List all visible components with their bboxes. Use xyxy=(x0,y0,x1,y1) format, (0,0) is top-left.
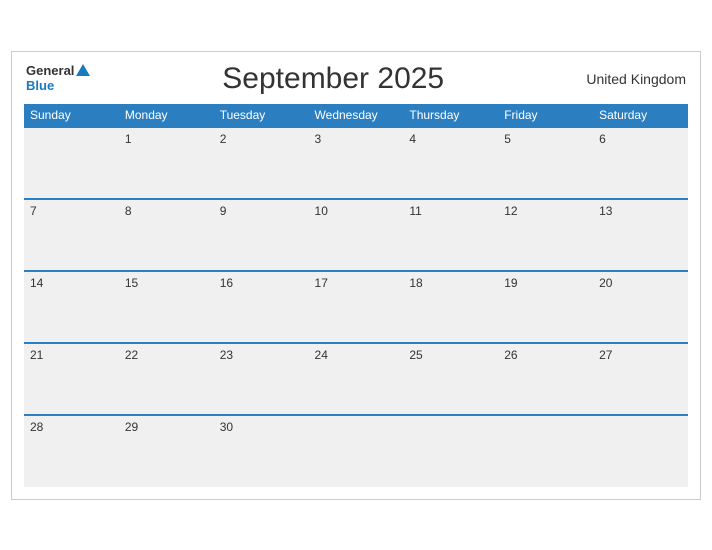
empty-cell xyxy=(24,127,119,199)
day-cell-5: 5 xyxy=(498,127,593,199)
day-number: 9 xyxy=(220,204,303,218)
day-cell-8: 8 xyxy=(119,199,214,271)
day-cell-12: 12 xyxy=(498,199,593,271)
day-cell-20: 20 xyxy=(593,271,688,343)
day-number: 20 xyxy=(599,276,682,290)
day-number: 8 xyxy=(125,204,208,218)
day-header-sunday: Sunday xyxy=(24,104,119,127)
week-row-3: 21 22 23 24 25 26 27 xyxy=(24,343,688,415)
day-number: 19 xyxy=(504,276,587,290)
calendar-table: SundayMondayTuesdayWednesdayThursdayFrid… xyxy=(24,104,688,487)
day-number: 12 xyxy=(504,204,587,218)
day-cell-3: 3 xyxy=(309,127,404,199)
calendar: General Blue September 2025 United Kingd… xyxy=(11,51,701,500)
day-cell-14: 14 xyxy=(24,271,119,343)
day-header-monday: Monday xyxy=(119,104,214,127)
day-cell-6: 6 xyxy=(593,127,688,199)
day-number: 29 xyxy=(125,420,208,434)
day-number: 16 xyxy=(220,276,303,290)
day-cell-23: 23 xyxy=(214,343,309,415)
day-cell-29: 29 xyxy=(119,415,214,487)
day-cell-26: 26 xyxy=(498,343,593,415)
empty-cell xyxy=(309,415,404,487)
day-number: 24 xyxy=(315,348,398,362)
day-number: 21 xyxy=(30,348,113,362)
day-number: 11 xyxy=(409,204,492,218)
day-cell-4: 4 xyxy=(403,127,498,199)
day-number: 18 xyxy=(409,276,492,290)
day-cell-24: 24 xyxy=(309,343,404,415)
logo-blue-text: Blue xyxy=(26,79,90,93)
day-header-thursday: Thursday xyxy=(403,104,498,127)
logo-general-text: General xyxy=(26,64,74,78)
day-header-row: SundayMondayTuesdayWednesdayThursdayFrid… xyxy=(24,104,688,127)
day-cell-2: 2 xyxy=(214,127,309,199)
day-cell-7: 7 xyxy=(24,199,119,271)
calendar-title: September 2025 xyxy=(90,62,576,96)
day-cell-25: 25 xyxy=(403,343,498,415)
day-cell-16: 16 xyxy=(214,271,309,343)
day-number: 30 xyxy=(220,420,303,434)
day-cell-17: 17 xyxy=(309,271,404,343)
day-number: 1 xyxy=(125,132,208,146)
day-cell-11: 11 xyxy=(403,199,498,271)
day-header-saturday: Saturday xyxy=(593,104,688,127)
calendar-region: United Kingdom xyxy=(576,71,686,87)
day-number: 2 xyxy=(220,132,303,146)
day-cell-10: 10 xyxy=(309,199,404,271)
day-header-friday: Friday xyxy=(498,104,593,127)
day-cell-27: 27 xyxy=(593,343,688,415)
empty-cell xyxy=(403,415,498,487)
week-row-2: 14 15 16 17 18 19 20 xyxy=(24,271,688,343)
day-number: 28 xyxy=(30,420,113,434)
day-number: 26 xyxy=(504,348,587,362)
day-number: 23 xyxy=(220,348,303,362)
day-cell-28: 28 xyxy=(24,415,119,487)
logo-triangle-icon xyxy=(76,64,90,76)
day-number: 14 xyxy=(30,276,113,290)
day-number: 10 xyxy=(315,204,398,218)
day-cell-21: 21 xyxy=(24,343,119,415)
day-cell-1: 1 xyxy=(119,127,214,199)
logo: General Blue xyxy=(26,64,90,93)
day-number: 17 xyxy=(315,276,398,290)
day-cell-30: 30 xyxy=(214,415,309,487)
day-number: 27 xyxy=(599,348,682,362)
day-number: 22 xyxy=(125,348,208,362)
day-number: 6 xyxy=(599,132,682,146)
day-number: 4 xyxy=(409,132,492,146)
day-cell-22: 22 xyxy=(119,343,214,415)
empty-cell xyxy=(593,415,688,487)
day-header-wednesday: Wednesday xyxy=(309,104,404,127)
day-number: 13 xyxy=(599,204,682,218)
day-number: 7 xyxy=(30,204,113,218)
day-number: 15 xyxy=(125,276,208,290)
week-row-0: 123456 xyxy=(24,127,688,199)
day-number: 3 xyxy=(315,132,398,146)
day-cell-18: 18 xyxy=(403,271,498,343)
week-row-4: 28 29 30 xyxy=(24,415,688,487)
day-number: 5 xyxy=(504,132,587,146)
empty-cell xyxy=(498,415,593,487)
day-cell-15: 15 xyxy=(119,271,214,343)
day-cell-13: 13 xyxy=(593,199,688,271)
week-row-1: 789 10 11 12 13 xyxy=(24,199,688,271)
calendar-header: General Blue September 2025 United Kingd… xyxy=(24,62,688,96)
day-header-tuesday: Tuesday xyxy=(214,104,309,127)
day-cell-9: 9 xyxy=(214,199,309,271)
day-number: 25 xyxy=(409,348,492,362)
day-cell-19: 19 xyxy=(498,271,593,343)
